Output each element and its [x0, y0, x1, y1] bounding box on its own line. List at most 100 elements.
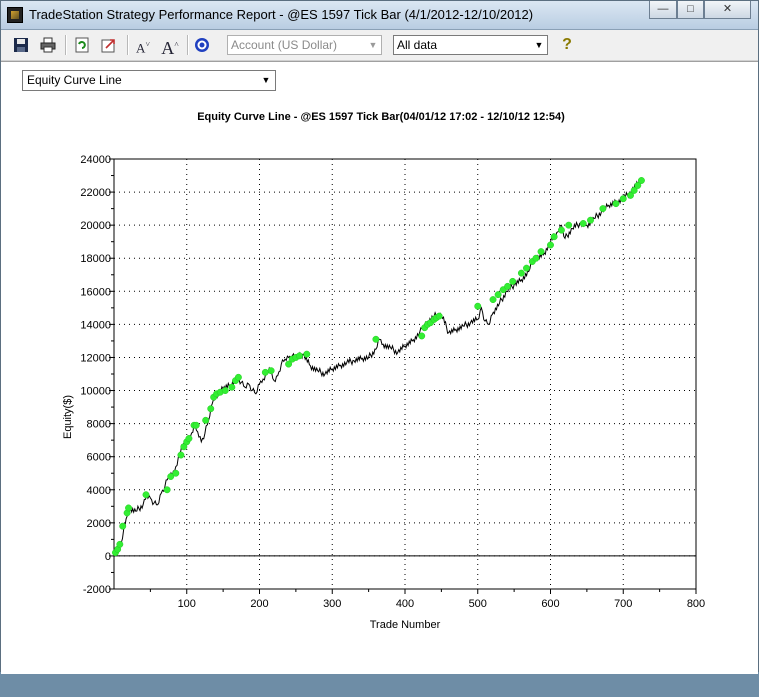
increase-font-icon[interactable]: A˄ [159, 34, 181, 58]
x-tick-label: 500 [469, 598, 487, 610]
new-high-marker [504, 282, 512, 290]
x-tick-label: 400 [396, 598, 414, 610]
new-high-marker [234, 373, 242, 381]
new-high-markers [112, 177, 645, 557]
new-high-marker [557, 226, 565, 234]
chart-title: Equity Curve Line - @ES 1597 Tick Bar(04… [197, 111, 565, 123]
y-axis-label: Equity($) [62, 395, 74, 439]
new-high-marker [474, 302, 482, 310]
new-high-marker [565, 221, 573, 229]
x-axis: 100 200 300 400 500 600 700 800 [149, 589, 705, 610]
new-high-marker [587, 216, 594, 224]
y-tick-label: 0 [105, 551, 111, 563]
new-high-marker [163, 486, 171, 494]
new-high-marker [612, 200, 620, 208]
new-high-marker [599, 205, 607, 213]
new-high-marker [202, 416, 210, 424]
x-tick-label: 700 [614, 598, 632, 610]
x-tick-label: 100 [178, 598, 196, 610]
new-high-marker [637, 177, 645, 184]
new-high-marker [619, 195, 627, 203]
x-tick-label: 800 [687, 598, 705, 610]
chevron-down-icon: ▼ [368, 40, 378, 50]
chevron-down-icon: ▼ [534, 40, 544, 50]
new-high-marker [517, 269, 525, 277]
report-window: TradeStation Strategy Performance Report… [0, 0, 759, 674]
y-tick-label: 24000 [80, 154, 111, 166]
new-high-marker [372, 335, 380, 343]
new-high-marker [532, 254, 540, 262]
x-tick-label: 600 [541, 598, 559, 610]
toolbar-separator [187, 35, 189, 55]
maximize-button[interactable]: □ [677, 1, 704, 19]
refresh-icon[interactable] [71, 34, 93, 56]
y-tick-label: 6000 [87, 452, 111, 464]
new-high-marker [207, 405, 215, 413]
account-select[interactable]: Account (US Dollar) ▼ [227, 35, 382, 55]
new-high-marker [418, 332, 426, 340]
equity-line [113, 178, 642, 557]
view-select[interactable]: Equity Curve Line ▼ [22, 70, 276, 91]
new-high-marker [303, 350, 311, 358]
new-high-marker [489, 296, 497, 304]
x-tick-label: 200 [250, 598, 268, 610]
new-high-marker [221, 387, 229, 394]
view-select-value: Equity Curve Line [27, 73, 122, 87]
x-tick-label: 300 [323, 598, 341, 610]
new-high-marker [119, 522, 127, 530]
decrease-font-icon[interactable]: A˅ [132, 34, 154, 56]
new-high-marker [261, 368, 269, 376]
close-button[interactable]: ✕ [704, 1, 751, 19]
title-bar[interactable]: TradeStation Strategy Performance Report… [1, 1, 758, 30]
new-high-marker [142, 491, 150, 499]
toolbar-separator [65, 35, 67, 55]
y-tick-label: 22000 [80, 187, 111, 199]
new-high-marker [579, 220, 587, 227]
new-high-marker [125, 504, 133, 512]
data-range-select[interactable]: All data ▼ [393, 35, 548, 55]
new-high-marker [550, 233, 558, 241]
account-select-value: Account (US Dollar) [231, 38, 338, 52]
x-axis-label: Trade Number [370, 619, 441, 631]
new-high-marker [435, 312, 443, 320]
save-icon[interactable] [10, 34, 32, 56]
y-tick-label: 16000 [80, 286, 111, 298]
new-high-marker [185, 435, 193, 442]
y-tick-label: 8000 [87, 419, 111, 431]
chevron-down-icon: ▼ [261, 75, 271, 85]
report-content: Equity Curve Line ▼ Equity Curve Line - … [1, 61, 758, 674]
window-title: TradeStation Strategy Performance Report… [29, 7, 534, 22]
help-icon[interactable]: ? [556, 34, 578, 56]
new-high-marker [494, 291, 502, 299]
new-high-marker [523, 264, 530, 272]
y-tick-label: 12000 [80, 352, 111, 364]
equity-curve-chart: Equity Curve Line - @ES 1597 Tick Bar(04… [62, 111, 705, 631]
print-icon[interactable] [37, 34, 59, 56]
y-tick-label: 14000 [80, 319, 111, 331]
new-high-marker [296, 352, 303, 360]
new-high-marker [547, 241, 554, 249]
y-tick-label: -2000 [83, 584, 111, 596]
y-tick-label: 18000 [80, 253, 111, 265]
new-high-marker [228, 383, 236, 391]
y-tick-label: 20000 [80, 220, 111, 232]
y-axis: -2000 0 2000 4000 6000 8000 10000 12000 14000 160… [80, 154, 114, 596]
new-high-marker [177, 451, 185, 459]
y-tick-label: 10000 [80, 386, 111, 398]
new-high-marker [116, 540, 124, 548]
new-high-marker [267, 367, 275, 375]
app-icon[interactable] [7, 7, 23, 23]
y-tick-label: 4000 [87, 485, 111, 497]
new-high-marker [509, 277, 517, 285]
target-icon[interactable] [191, 34, 213, 56]
new-high-marker [537, 248, 545, 256]
export-icon[interactable] [98, 34, 120, 56]
y-tick-label: 2000 [87, 518, 111, 530]
chart-grid [114, 159, 696, 589]
toolbar: A˅ A˄ Account (US Dollar) ▼ All data ▼ ? [1, 30, 758, 61]
toolbar-separator [127, 35, 129, 55]
data-range-select-value: All data [397, 38, 438, 52]
new-high-marker [172, 469, 180, 477]
minimize-button[interactable]: — [649, 1, 677, 19]
new-high-marker [192, 421, 200, 429]
